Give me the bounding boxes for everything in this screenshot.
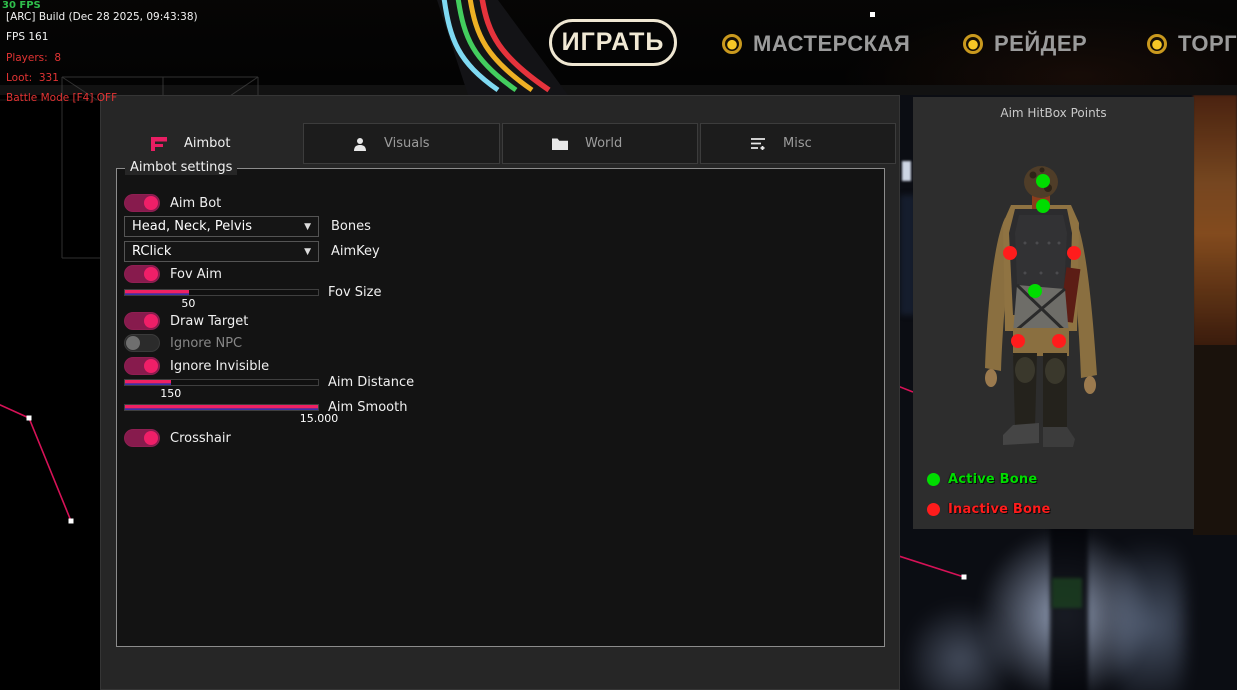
tab-label: Visuals bbox=[384, 136, 430, 151]
aimkey-row: RClick ▼ AimKey bbox=[124, 241, 380, 262]
aim-bot-row: Aim Bot bbox=[124, 194, 221, 212]
hud-players-line: Players: 8 bbox=[6, 52, 61, 64]
bone-dot-right-leg bbox=[1052, 334, 1066, 348]
aim-bot-label: Aim Bot bbox=[170, 196, 221, 211]
fov-size-slider[interactable] bbox=[124, 289, 319, 296]
rusty-pillar-shadow bbox=[1193, 345, 1237, 535]
tab-world[interactable]: World bbox=[502, 123, 698, 164]
hud-fps-line: FPS 161 bbox=[6, 31, 48, 43]
player-model bbox=[975, 163, 1115, 453]
cheat-window: Aimbot Visuals World bbox=[100, 95, 900, 690]
legend-inactive-bone: Inactive Bone bbox=[927, 502, 1051, 517]
fov-aim-label: Fov Aim bbox=[170, 267, 222, 282]
bone-dot-head bbox=[1036, 174, 1050, 188]
bone-dot-neck bbox=[1036, 199, 1050, 213]
bone-dot-pelvis bbox=[1028, 284, 1042, 298]
pistol-icon bbox=[150, 137, 167, 151]
ignore-invisible-toggle[interactable] bbox=[124, 357, 160, 375]
crosshair-row: Crosshair bbox=[124, 429, 231, 447]
fov-size-slider-row: 50 Fov Size bbox=[124, 289, 319, 296]
hud-build-info: [ARC] Build (Dec 28 2025, 09:43:38) bbox=[6, 11, 198, 23]
crosshair-dot bbox=[870, 12, 875, 17]
aimkey-dropdown[interactable]: RClick ▼ bbox=[124, 241, 319, 262]
slider-fill bbox=[125, 405, 318, 410]
fov-size-label: Fov Size bbox=[328, 285, 381, 300]
active-bone-label: Active Bone bbox=[948, 472, 1037, 487]
tab-label: Misc bbox=[783, 136, 812, 151]
menu-item-label: РЕЙДЕР bbox=[994, 31, 1087, 57]
bone-dot-right-arm bbox=[1067, 246, 1081, 260]
slider-fill bbox=[125, 380, 171, 385]
bone-dot-left-arm bbox=[1003, 246, 1017, 260]
aimkey-dropdown-value: RClick bbox=[132, 244, 171, 259]
slider-fill bbox=[125, 290, 189, 295]
tab-label: Aimbot bbox=[184, 136, 230, 151]
bones-dropdown[interactable]: Head, Neck, Pelvis ▼ bbox=[124, 216, 319, 237]
snow-blob bbox=[1115, 515, 1185, 690]
ignore-npc-toggle[interactable] bbox=[124, 334, 160, 352]
bones-dropdown-value: Head, Neck, Pelvis bbox=[132, 219, 252, 234]
bones-row: Head, Neck, Pelvis ▼ Bones bbox=[124, 216, 371, 237]
chevron-down-icon: ▼ bbox=[304, 222, 311, 232]
crosshair-toggle[interactable] bbox=[124, 429, 160, 447]
aim-distance-slider[interactable] bbox=[124, 379, 319, 386]
play-button[interactable]: ИГРАТЬ bbox=[549, 19, 677, 66]
group-title: Aimbot settings bbox=[125, 160, 237, 175]
folder-icon bbox=[552, 137, 568, 150]
hitbox-panel-title: Aim HitBox Points bbox=[913, 106, 1194, 120]
menu-item-label: МАСТЕРСКАЯ bbox=[753, 31, 910, 57]
menu-item-trader[interactable]: ТОРГО bbox=[1147, 31, 1237, 57]
fov-aim-row: Fov Aim bbox=[124, 265, 222, 283]
aimbot-settings-group: Aimbot settings Aim Bot Head, Neck, Pelv… bbox=[116, 168, 885, 647]
rusty-pillar bbox=[1193, 95, 1237, 347]
bright-window bbox=[902, 161, 911, 181]
coin-icon bbox=[1147, 34, 1167, 54]
ignore-npc-row: Ignore NPC bbox=[124, 334, 242, 352]
active-bone-dot bbox=[927, 473, 940, 486]
fov-size-value: 50 bbox=[181, 297, 195, 310]
tab-misc[interactable]: Misc bbox=[700, 123, 896, 164]
tab-visuals[interactable]: Visuals bbox=[303, 123, 500, 164]
coin-icon bbox=[963, 34, 983, 54]
aim-distance-slider-row: 150 Aim Distance bbox=[124, 379, 319, 386]
bones-label: Bones bbox=[331, 219, 371, 234]
legend-active-bone: Active Bone bbox=[927, 472, 1037, 487]
aim-smooth-slider-row: 15.000 Aim Smooth bbox=[124, 404, 319, 411]
aim-bot-toggle[interactable] bbox=[124, 194, 160, 212]
menu-item-raider[interactable]: РЕЙДЕР bbox=[963, 31, 1087, 57]
aim-distance-label: Aim Distance bbox=[328, 375, 414, 390]
fov-aim-toggle[interactable] bbox=[124, 265, 160, 283]
crosshair-label: Crosshair bbox=[170, 431, 231, 446]
ignore-invisible-label: Ignore Invisible bbox=[170, 359, 269, 374]
screen: ИГРАТЬ МАСТЕРСКАЯ РЕЙДЕР ТОРГО 30 FPS [A… bbox=[0, 0, 1237, 690]
exit-sign bbox=[1052, 578, 1082, 608]
draw-target-label: Draw Target bbox=[170, 314, 248, 329]
tab-label: World bbox=[585, 136, 622, 151]
hud-fps-counter: 30 FPS bbox=[2, 0, 41, 11]
aim-smooth-slider[interactable] bbox=[124, 404, 319, 411]
inactive-bone-label: Inactive Bone bbox=[948, 502, 1051, 517]
draw-target-toggle[interactable] bbox=[124, 312, 160, 330]
chevron-down-icon: ▼ bbox=[304, 247, 311, 257]
ignore-invisible-row: Ignore Invisible bbox=[124, 357, 269, 375]
bone-dot-left-leg bbox=[1011, 334, 1025, 348]
tab-aimbot[interactable]: Aimbot bbox=[101, 123, 302, 164]
aim-distance-value: 150 bbox=[160, 387, 181, 400]
ignore-npc-label: Ignore NPC bbox=[170, 336, 242, 351]
draw-target-row: Draw Target bbox=[124, 312, 248, 330]
coin-icon bbox=[722, 34, 742, 54]
hud-loot-line: Loot: 331 bbox=[6, 72, 59, 84]
aim-smooth-label: Aim Smooth bbox=[328, 400, 407, 415]
aimkey-label: AimKey bbox=[331, 244, 380, 259]
person-icon bbox=[353, 137, 367, 151]
menu-item-workshop[interactable]: МАСТЕРСКАЯ bbox=[722, 31, 910, 57]
sliders-icon bbox=[750, 137, 766, 151]
inactive-bone-dot bbox=[927, 503, 940, 516]
hitbox-panel: Aim HitBox Points bbox=[913, 97, 1194, 529]
hud-battle-mode-line: Battle Mode [F4] OFF bbox=[6, 92, 117, 104]
menu-item-label: ТОРГО bbox=[1178, 31, 1237, 57]
